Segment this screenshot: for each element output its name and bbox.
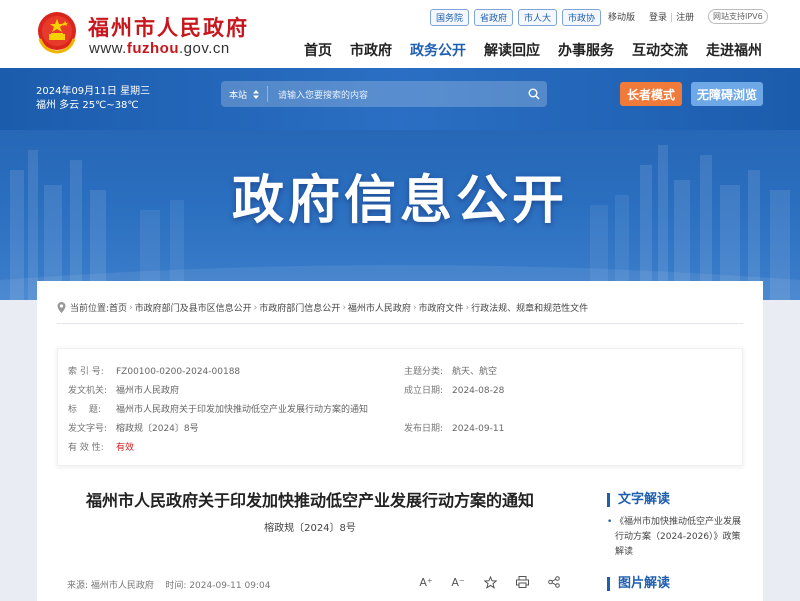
meta-issuer-value: 福州市人民政府 [116, 386, 180, 396]
nav-about-fuzhou[interactable]: 走进福州 [706, 40, 762, 60]
meta-publish: 发布日期: 2024-09-11 [404, 421, 504, 434]
nav-services[interactable]: 办事服务 [558, 40, 614, 60]
time-label: 时间: [165, 581, 187, 591]
meta-docno: 发文字号: 榕政规〔2024〕8号 [68, 421, 199, 434]
breadcrumb-regulations[interactable]: 行政法规、规章和规范性文件 [471, 301, 588, 314]
breadcrumb-divider [57, 323, 743, 324]
breadcrumb-government[interactable]: 福州市人民政府 [348, 301, 411, 314]
text-interpretation-link[interactable]: 《福州市加快推动低空产业发展行动方案（2024-2026）》政策解读 [607, 515, 747, 560]
meta-index: 索 引 号: FZ00100-0200-2024-00188 [68, 364, 240, 377]
breadcrumb: 当前位置: 首页 › 市政府部门及县市区信息公开 › 市政府部门信息公开 › 福… [57, 301, 588, 314]
weather-info: 福州 多云 25℃~38℃ [36, 100, 139, 111]
meta-index-label: 索 引 号: [68, 367, 104, 377]
nav-interpretation[interactable]: 解读回应 [484, 40, 540, 60]
print-icon[interactable] [513, 574, 531, 590]
search-icon[interactable] [521, 81, 547, 107]
top-link-cppcc[interactable]: 市政协 [562, 9, 602, 26]
nav-interaction[interactable]: 互动交流 [632, 40, 688, 60]
breadcrumb-arrow-icon: › [342, 302, 346, 313]
login-area: 登录 | 注册 [649, 10, 694, 23]
meta-publish-value: 2024-09-11 [452, 424, 505, 434]
elder-mode-button[interactable]: 长者模式 [620, 82, 682, 106]
nav-government-affairs[interactable]: 政务公开 [410, 40, 466, 60]
font-decrease-icon[interactable]: A⁻ [449, 574, 467, 590]
meta-validity-label: 有 效 性: [68, 443, 104, 453]
meta-topic-value: 航天、航空 [452, 367, 498, 377]
main-nav: 首页 市政府 政务公开 解读回应 办事服务 互动交流 走进福州 [304, 40, 762, 60]
login-link[interactable]: 登录 [649, 13, 667, 23]
favorite-star-icon[interactable] [481, 574, 499, 590]
meta-date: 成立日期: 2024-08-28 [404, 383, 504, 396]
meta-validity-value: 有效 [116, 443, 135, 453]
login-separator: | [670, 13, 674, 23]
site-title[interactable]: 福州市人民政府 [88, 12, 249, 42]
image-interpretation-heading: 图片解读 [607, 577, 670, 591]
top-link-state-council[interactable]: 国务院 [430, 9, 470, 26]
breadcrumb-arrow-icon: › [253, 302, 258, 313]
article-docno: 榕政规〔2024〕8号 [264, 523, 356, 534]
meta-issuer: 发文机关: 福州市人民政府 [68, 383, 179, 396]
meta-index-value: FZ00100-0200-2024-00188 [116, 367, 241, 377]
accessible-browse-button[interactable]: 无障碍浏览 [691, 82, 763, 106]
register-link[interactable]: 注册 [676, 13, 694, 23]
search-scope-select[interactable]: 本站 [221, 86, 269, 102]
article-source-line: 来源: 福州市人民政府 时间: 2024-09-11 09:04 [67, 578, 270, 591]
meta-topic-label: 主题分类: [404, 367, 444, 377]
search-scope-label: 本站 [229, 90, 248, 101]
search-input[interactable]: 请输入您要搜索的内容 [268, 88, 521, 101]
meta-publish-label: 发布日期: [404, 424, 444, 434]
breadcrumb-label: 当前位置: [70, 304, 110, 314]
source-value: 福州市人民政府 [90, 581, 154, 591]
meta-title: 标 题: 福州市人民政府关于印发加快推动低空产业发展行动方案的通知 [68, 402, 368, 415]
location-pin-icon [57, 302, 66, 313]
nav-city-government[interactable]: 市政府 [350, 40, 392, 60]
nav-home[interactable]: 首页 [304, 40, 332, 60]
site-domain[interactable]: www.fuzhou.gov.cn [89, 40, 230, 57]
source-label: 来源: [67, 581, 89, 591]
meta-title-label: 标 题: [68, 405, 101, 415]
banner-title: 政府信息公开 [231, 171, 568, 231]
updown-arrow-icon [253, 89, 260, 99]
current-date: 2024年09月11日 星期三 [36, 86, 151, 97]
banner: 政府信息公开 [0, 130, 800, 300]
breadcrumb-arrow-icon: › [465, 302, 470, 313]
text-interpretation-heading: 文字解读 [607, 493, 670, 507]
breadcrumb-documents[interactable]: 市政府文件 [419, 301, 464, 314]
meta-docno-value: 榕政规〔2024〕8号 [116, 424, 199, 434]
ipv6-badge: 网站支持IPV6 [708, 9, 768, 24]
top-link-province[interactable]: 省政府 [474, 9, 514, 26]
article-tools: A⁺ A⁻ [417, 574, 563, 590]
meta-docno-label: 发文字号: [68, 424, 108, 434]
search-band: 2024年09月11日 星期三 福州 多云 25℃~38℃ 本站 请输入您要搜索… [0, 68, 800, 130]
time-value: 2024-09-11 09:04 [189, 581, 271, 591]
article-title: 福州市人民政府关于印发加快推动低空产业发展行动方案的通知 [85, 491, 534, 510]
top-link-npc[interactable]: 市人大 [518, 9, 558, 26]
meta-date-value: 2024-08-28 [452, 386, 505, 396]
document-meta-box: 索 引 号: FZ00100-0200-2024-00188 主题分类: 航天、航空… [57, 348, 743, 466]
breadcrumb-dept-info[interactable]: 市政府部门信息公开 [259, 301, 340, 314]
mobile-version-link[interactable]: 移动版 [608, 10, 635, 23]
national-emblem-icon[interactable] [34, 9, 80, 55]
site-header: 福州市人民政府 www.fuzhou.gov.cn 国务院 省政府 市人大 市政… [0, 0, 800, 68]
content-card: 当前位置: 首页 › 市政府部门及县市区信息公开 › 市政府部门信息公开 › 福… [37, 281, 763, 601]
breadcrumb-dept-county[interactable]: 市政府部门及县市区信息公开 [135, 301, 252, 314]
share-icon[interactable] [545, 574, 563, 590]
breadcrumb-home[interactable]: 首页 [109, 301, 127, 314]
search-bar: 本站 请输入您要搜索的内容 [221, 81, 547, 107]
domain-suffix: .gov.cn [179, 40, 230, 57]
domain-brand: fuzhou [126, 40, 179, 57]
meta-date-label: 成立日期: [404, 386, 444, 396]
meta-title-value: 福州市人民政府关于印发加快推动低空产业发展行动方案的通知 [116, 405, 369, 415]
breadcrumb-arrow-icon: › [412, 302, 417, 313]
meta-validity: 有 效 性: 有效 [68, 440, 134, 453]
meta-issuer-label: 发文机关: [68, 386, 108, 396]
font-increase-icon[interactable]: A⁺ [417, 574, 435, 590]
meta-topic: 主题分类: 航天、航空 [404, 364, 497, 377]
domain-prefix: www. [89, 40, 127, 57]
top-links: 国务院 省政府 市人大 市政协 [430, 9, 602, 26]
breadcrumb-arrow-icon: › [129, 302, 133, 313]
